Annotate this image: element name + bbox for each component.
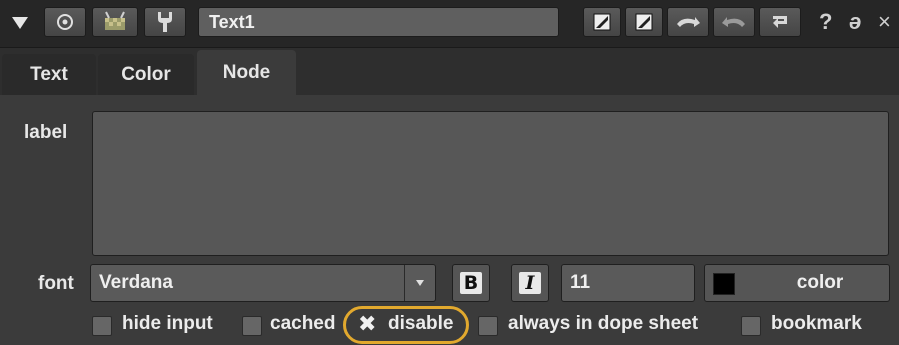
color-button[interactable]: color [704,264,890,302]
font-dropdown[interactable]: Verdana [90,264,436,302]
random-color-icon[interactable] [92,7,138,37]
bold-button[interactable]: B [452,264,490,302]
properties-panel: Text1 ? ə × Text Color Node label font V… [0,0,899,345]
color-swatch [713,273,735,295]
chevron-down-icon[interactable] [404,265,435,301]
bold-icon: B [460,272,482,294]
undo-icon[interactable] [583,7,621,37]
tab-bar: Text Color Node [0,48,899,95]
float-icon[interactable]: ə [849,8,861,36]
restore-defaults-icon[interactable] [759,7,801,37]
revert-icon[interactable] [667,7,709,37]
font-size-field[interactable]: 11 [561,264,695,302]
close-icon[interactable]: × [878,8,891,36]
forward-icon[interactable] [713,7,755,37]
font-value: Verdana [99,272,173,293]
help-icon[interactable]: ? [819,8,832,36]
hide-input-label: hide input [122,313,213,334]
tab-node[interactable]: Node [197,50,296,95]
tab-color[interactable]: Color [98,54,194,95]
label-textarea[interactable] [92,111,889,256]
wrench-icon[interactable] [144,7,186,37]
color-button-label: color [796,272,844,293]
font-label: font [38,273,74,294]
bookmark-checkbox[interactable] [741,316,761,336]
disable-checkbox[interactable]: ✖ [358,312,376,338]
cached-checkbox[interactable] [242,316,262,336]
italic-icon: I [519,272,541,294]
always-in-dope-sheet-checkbox[interactable] [478,316,498,336]
bookmark-label: bookmark [771,313,862,334]
label-field-label: label [24,122,68,143]
redo-icon[interactable] [625,7,663,37]
hide-input-checkbox[interactable] [92,316,112,336]
disable-label: disable [388,313,454,334]
always-in-dope-sheet-label: always in dope sheet [508,313,699,334]
center-icon[interactable] [44,7,86,37]
node-name-field[interactable]: Text1 [198,7,559,37]
italic-button[interactable]: I [511,264,549,302]
cached-label: cached [270,313,336,334]
tab-text[interactable]: Text [2,54,96,95]
collapse-arrow-icon[interactable] [10,14,30,32]
panel-titlebar: Text1 ? ə × [0,0,899,48]
